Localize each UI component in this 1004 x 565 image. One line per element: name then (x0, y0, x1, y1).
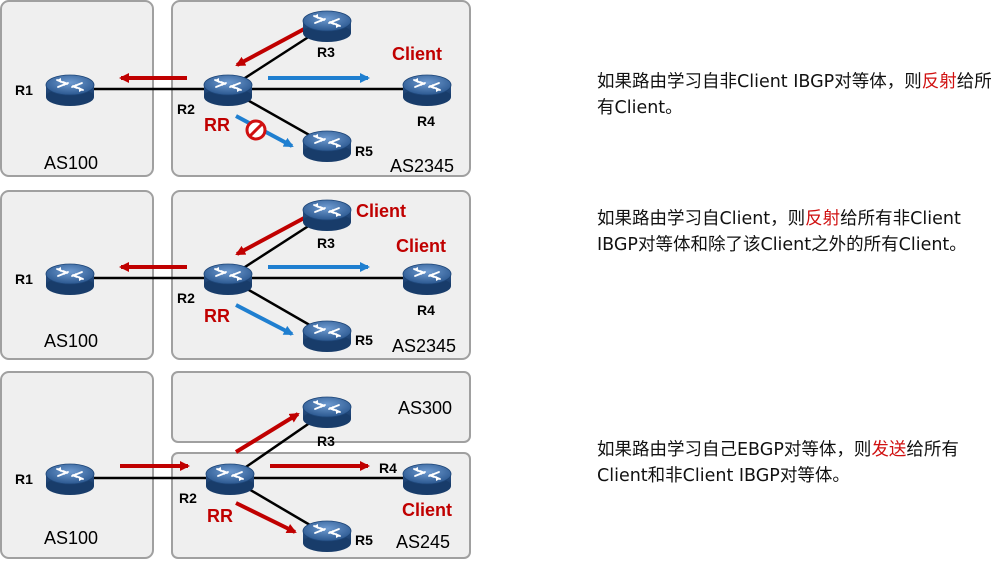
rr-label: RR (204, 115, 230, 135)
router-label-r1: R1 (15, 271, 33, 287)
router-label-r2: R2 (177, 290, 195, 306)
as-label-left: AS100 (44, 153, 98, 173)
router-label-r5: R5 (355, 532, 373, 548)
description-highlight: 反射 (921, 72, 957, 92)
no-entry-icon (245, 119, 267, 141)
router-icon (45, 74, 95, 107)
router-icon (402, 263, 452, 296)
client-label: Client (402, 500, 452, 520)
router-label-r2: R2 (179, 490, 197, 506)
router-icon (45, 263, 95, 296)
description-2: 如果路由学习自Client，则反射给所有非Client IBGP对等体和除了该C… (597, 206, 997, 258)
router-label-r4: R4 (417, 302, 435, 318)
client-label: Client (392, 44, 442, 64)
router-label-r1: R1 (15, 471, 33, 487)
router-icon (45, 463, 95, 496)
router-icon (203, 263, 253, 296)
panel-2: R1 R2 R3 R4 R5 RR Client Client AS100 AS… (0, 190, 471, 360)
client-label-r3: Client (356, 201, 406, 221)
description-1: 如果路由学习自非Client IBGP对等体，则反射给所有Client。 (597, 69, 997, 121)
as-label-right: AS245 (396, 532, 450, 552)
router-label-r5: R5 (355, 332, 373, 348)
router-icon (402, 463, 452, 496)
as-label-right: AS2345 (392, 336, 456, 356)
client-label-r4: Client (396, 236, 446, 256)
description-3: 如果路由学习自己EBGP对等体，则发送给所有Client和非Client IBG… (597, 437, 997, 489)
as-label-right: AS2345 (390, 156, 454, 176)
panel-1: R1 R2 R3 R4 R5 RR Client AS100 AS2345 (0, 0, 471, 177)
description-highlight: 反射 (805, 209, 841, 229)
router-icon (302, 10, 352, 43)
router-icon (203, 74, 253, 107)
description-highlight: 发送 (871, 440, 907, 460)
rr-label: RR (207, 506, 233, 526)
description-text: 如果路由学习自非Client IBGP对等体，则 (597, 72, 922, 92)
router-label-r2: R2 (177, 101, 195, 117)
router-icon (302, 396, 352, 429)
router-icon (302, 320, 352, 353)
description-text: 如果路由学习自Client，则 (597, 209, 806, 229)
as-label-left: AS100 (44, 528, 98, 548)
as-label-left: AS100 (44, 331, 98, 351)
router-icon (205, 463, 255, 496)
router-label-r3: R3 (317, 235, 335, 251)
router-icon (302, 520, 352, 553)
description-text: 如果路由学习自己EBGP对等体，则 (597, 440, 872, 460)
as-label-top: AS300 (398, 398, 452, 418)
router-icon (302, 130, 352, 163)
router-label-r4: R4 (417, 113, 435, 129)
router-icon (302, 199, 352, 232)
router-label-r3: R3 (317, 433, 335, 449)
router-label-r1: R1 (15, 82, 33, 98)
router-label-r4: R4 (379, 460, 397, 476)
router-label-r3: R3 (317, 44, 335, 60)
router-icon (402, 74, 452, 107)
rr-label: RR (204, 306, 230, 326)
router-label-r5: R5 (355, 143, 373, 159)
panel-3: R1 R2 R3 R4 R5 RR Client AS100 AS300 AS2… (0, 371, 471, 559)
